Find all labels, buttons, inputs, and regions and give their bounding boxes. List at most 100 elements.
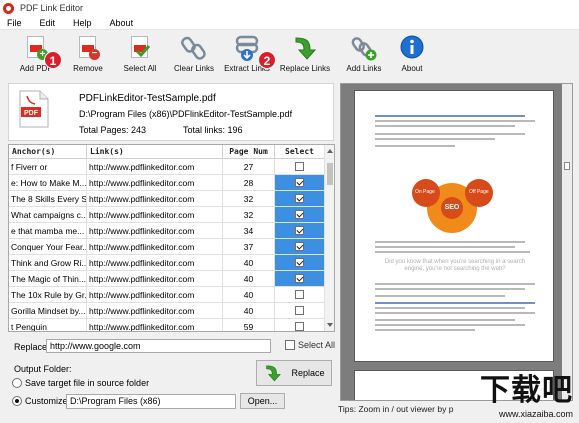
select-all-button[interactable]: Select All [120, 34, 160, 77]
table-row[interactable]: e: How to Make M... http://www.pdflinkedi… [9, 175, 334, 191]
row-checkbox[interactable] [295, 322, 304, 331]
select-cell[interactable] [275, 239, 325, 254]
link-cell[interactable]: http://www.pdflinkeditor.com [87, 191, 223, 206]
select-cell[interactable] [275, 287, 325, 302]
row-checkbox[interactable] [295, 194, 304, 203]
radio-customize[interactable]: Customize: [12, 396, 70, 406]
row-checkbox[interactable] [295, 178, 304, 187]
add-links-button[interactable]: Add Links [342, 34, 386, 77]
custom-path-input[interactable]: D:\Program Files (x86) [66, 394, 236, 409]
row-checkbox[interactable] [295, 274, 304, 283]
link-cell[interactable]: http://www.pdflinkeditor.com [87, 239, 223, 254]
select-cell[interactable] [275, 303, 325, 318]
select-cell[interactable] [275, 223, 325, 238]
scroll-up-icon[interactable] [327, 149, 333, 153]
preview-scroll-thumb[interactable] [564, 162, 570, 170]
row-checkbox[interactable] [295, 290, 304, 299]
select-cell[interactable] [275, 175, 325, 190]
select-cell[interactable] [275, 271, 325, 286]
select-cell[interactable] [275, 191, 325, 206]
link-cell[interactable]: http://www.pdflinkeditor.com [87, 223, 223, 238]
header-select[interactable]: Select [275, 145, 325, 158]
header-link[interactable]: Link(s) [87, 145, 223, 158]
anchor-cell[interactable]: Gorilla Mindset by... [9, 303, 87, 318]
preview-scrollbar[interactable] [562, 84, 572, 400]
row-checkbox[interactable] [295, 306, 304, 315]
anchor-cell[interactable]: What campaigns c... [9, 207, 87, 222]
select-cell[interactable] [275, 207, 325, 222]
links-table: Anchor(s) Link(s) Page Num Select f Five… [8, 144, 335, 332]
menu-file[interactable]: File [0, 18, 31, 28]
table-row[interactable]: Think and Grow Ri... http://www.pdflinked… [9, 255, 334, 271]
anchor-cell[interactable]: Think and Grow Ri... [9, 255, 87, 270]
link-cell[interactable]: http://www.pdflinkeditor.com [87, 159, 223, 174]
row-checkbox[interactable] [295, 226, 304, 235]
row-checkbox[interactable] [295, 210, 304, 219]
watermark: 下载吧 www.xiazaiba.com [480, 365, 573, 419]
replace-button[interactable]: Replace [256, 360, 332, 386]
header-anchor[interactable]: Anchor(s) [9, 145, 87, 158]
table-row[interactable]: The Magic of Thin... http://www.pdflinked… [9, 271, 334, 287]
replace-input[interactable]: http://www.google.com [46, 339, 271, 353]
table-row[interactable]: e that mamba me... http://www.pdflinkedit… [9, 223, 334, 239]
row-checkbox[interactable] [295, 242, 304, 251]
link-cell[interactable]: http://www.pdflinkeditor.com [87, 287, 223, 302]
row-checkbox[interactable] [295, 162, 304, 171]
replace-links-label: Replace Links [279, 64, 331, 73]
pdf-preview[interactable]: SEO On Page Off Page Did you know that w… [340, 83, 573, 401]
extract-links-icon [234, 34, 260, 62]
replace-links-button[interactable]: Replace Links [279, 34, 331, 77]
select-cell[interactable] [275, 159, 325, 174]
anchor-cell[interactable]: f Fiverr or [9, 159, 87, 174]
radio-source-folder[interactable]: Save target file in source folder [12, 378, 149, 388]
open-button[interactable]: Open... [240, 393, 285, 409]
link-cell[interactable]: http://www.pdflinkeditor.com [87, 207, 223, 222]
link-cell[interactable]: http://www.pdflinkeditor.com [87, 255, 223, 270]
table-row[interactable]: t Penguin http://www.pdflinkeditor.com 59 [9, 319, 334, 331]
clear-links-button[interactable]: Clear Links [172, 34, 216, 77]
anchor-cell[interactable]: The Magic of Thin... [9, 271, 87, 286]
scroll-down-icon[interactable] [327, 323, 333, 327]
remove-button[interactable]: − Remove [68, 34, 108, 77]
total-links: Total links: 196 [183, 125, 243, 135]
pdf-remove-icon: − [75, 34, 101, 62]
radio-source-circle[interactable] [12, 378, 22, 388]
about-button[interactable]: About [394, 34, 430, 77]
table-row[interactable]: The 8 Skills Every S... http://www.pdflin… [9, 191, 334, 207]
select-cell[interactable] [275, 255, 325, 270]
link-cell[interactable]: http://www.pdflinkeditor.com [87, 271, 223, 286]
link-cell[interactable]: http://www.pdflinkeditor.com [87, 303, 223, 318]
anchor-cell[interactable]: Conquer Your Fear... [9, 239, 87, 254]
header-page-num[interactable]: Page Num [223, 145, 275, 158]
replace-label: Replace: [14, 342, 50, 352]
preview-callout: Did you know that when you're searching … [384, 259, 526, 272]
table-row[interactable]: The 10x Rule by Gr... http://www.pdflinke… [9, 287, 334, 303]
select-all-checkbox[interactable]: Select All [285, 340, 335, 350]
anchor-cell[interactable]: t Penguin [9, 319, 87, 331]
table-row[interactable]: Gorilla Mindset by... http://www.pdflinke… [9, 303, 334, 319]
row-checkbox[interactable] [295, 258, 304, 267]
menu-about[interactable]: About [101, 18, 143, 28]
anchor-cell[interactable]: e: How to Make M... [9, 175, 87, 190]
link-cell[interactable]: http://www.pdflinkeditor.com [87, 319, 223, 331]
table-header: Anchor(s) Link(s) Page Num Select [9, 145, 334, 159]
file-name: PDFLinkEditor-TestSample.pdf [79, 93, 216, 104]
anchor-cell[interactable]: The 8 Skills Every S... [9, 191, 87, 206]
select-all-box[interactable] [285, 340, 295, 350]
menu-help[interactable]: Help [64, 18, 101, 28]
replace-arrow-icon [292, 34, 318, 62]
scroll-thumb[interactable] [327, 163, 333, 185]
table-row[interactable]: f Fiverr or http://www.pdflinkeditor.com 2… [9, 159, 334, 175]
radio-customize-circle[interactable] [12, 396, 22, 406]
pdf-file-icon: PDF [19, 90, 49, 128]
link-cell[interactable]: http://www.pdflinkeditor.com [87, 175, 223, 190]
table-scrollbar[interactable] [324, 145, 334, 331]
anchor-cell[interactable]: The 10x Rule by Gr... [9, 287, 87, 302]
anchor-cell[interactable]: e that mamba me... [9, 223, 87, 238]
select-cell[interactable] [275, 319, 325, 331]
page-num-cell: 37 [223, 239, 275, 254]
seo-center-label: SEO [441, 197, 463, 219]
menu-edit[interactable]: Edit [31, 18, 65, 28]
table-row[interactable]: Conquer Your Fear... http://www.pdflinked… [9, 239, 334, 255]
table-row[interactable]: What campaigns c... http://www.pdflinkedi… [9, 207, 334, 223]
